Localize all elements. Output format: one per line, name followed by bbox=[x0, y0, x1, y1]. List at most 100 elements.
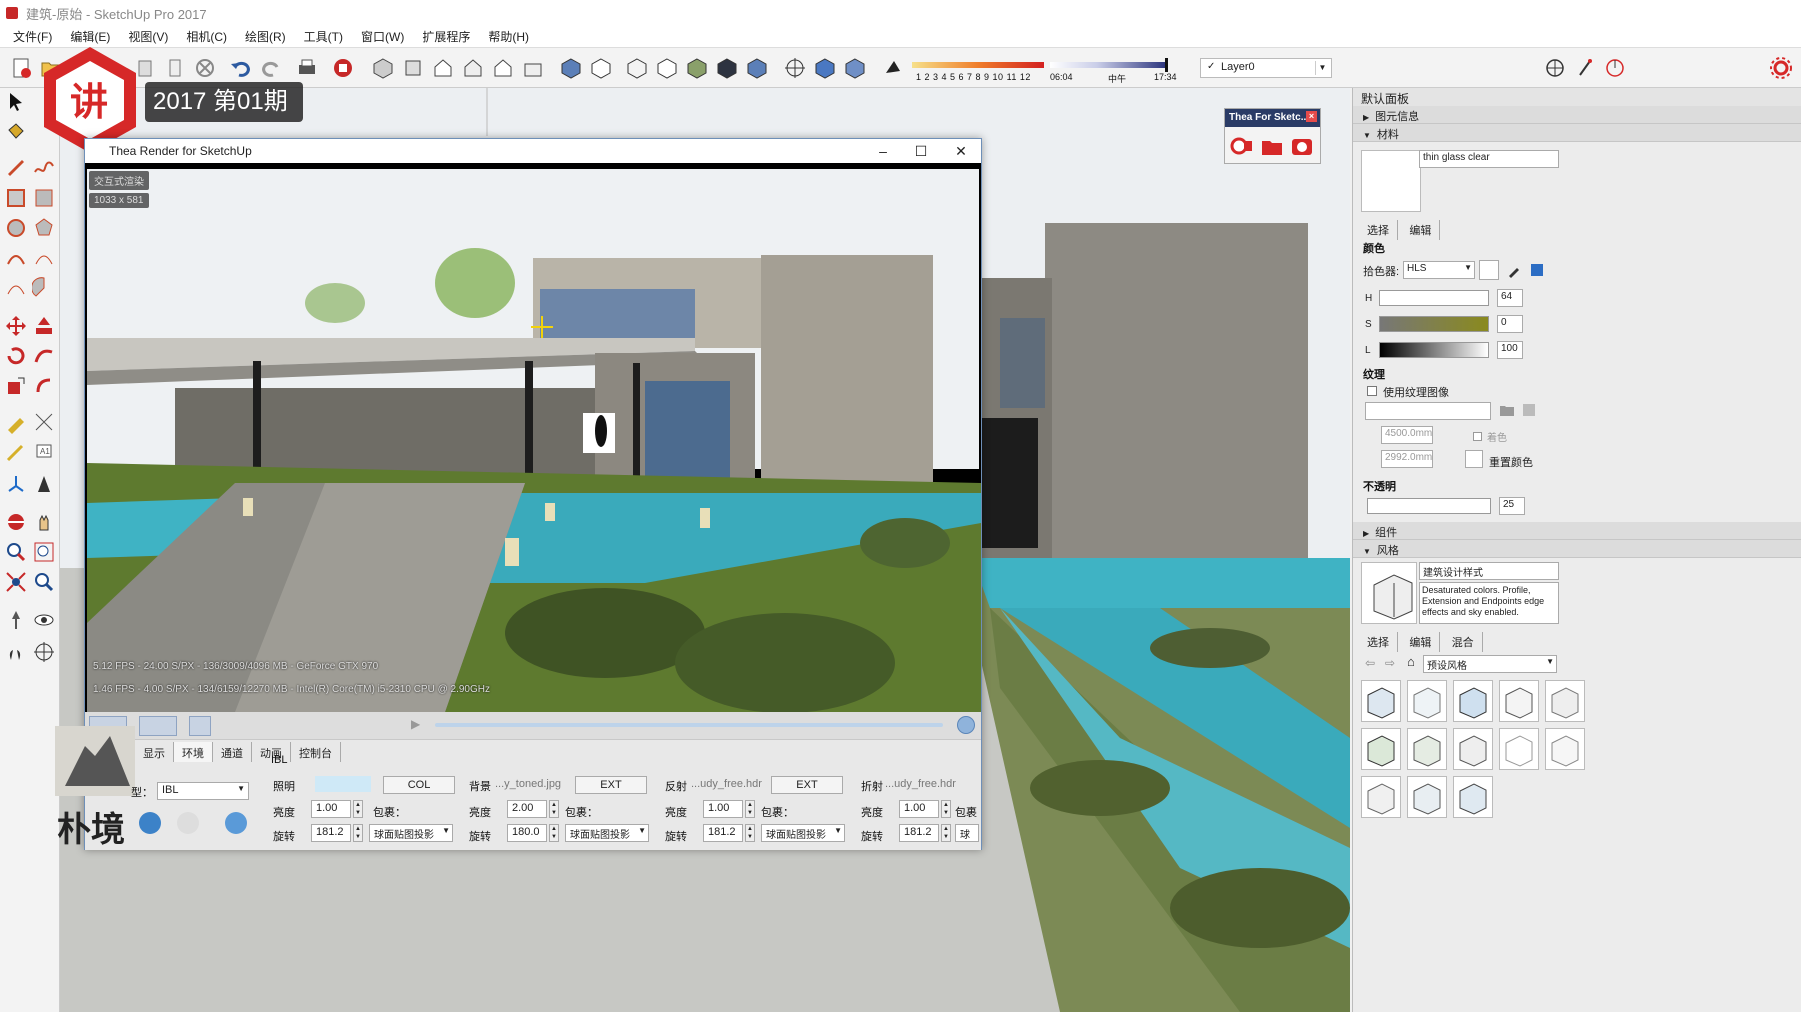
color-picker-select[interactable]: HLS ▼ bbox=[1403, 261, 1475, 279]
pie-icon[interactable] bbox=[31, 276, 56, 300]
move-icon[interactable] bbox=[4, 314, 28, 338]
circle-icon[interactable] bbox=[4, 216, 28, 240]
lighting-projection-select[interactable]: 球面贴图投影 ▼ bbox=[369, 824, 453, 842]
camera-control-icon[interactable] bbox=[139, 716, 177, 736]
refraction-rotation-input[interactable]: 181.2 bbox=[899, 824, 939, 842]
forward-arrow-icon[interactable]: ⇨ bbox=[1385, 656, 1395, 670]
material-name-input[interactable]: thin glass clear bbox=[1419, 150, 1559, 168]
extension-warehouse-icon[interactable] bbox=[330, 55, 356, 81]
menu-extensions[interactable]: 扩展程序 bbox=[413, 28, 479, 45]
line-pencil-icon[interactable] bbox=[4, 154, 28, 178]
three-point-arc-icon[interactable] bbox=[4, 276, 28, 300]
opacity-value-input[interactable]: 25 bbox=[1499, 497, 1525, 515]
style-thumb-13[interactable] bbox=[1453, 776, 1493, 818]
thea-folder-icon[interactable] bbox=[1259, 133, 1285, 159]
components-header[interactable]: ▶ 组件 bbox=[1353, 522, 1801, 540]
refraction-rotation-stepper[interactable]: ▲ ▼ bbox=[941, 824, 951, 842]
menu-window[interactable]: 窗口(W) bbox=[352, 28, 413, 45]
section-plane-tool-icon[interactable] bbox=[32, 640, 56, 664]
render-preview[interactable]: 交互式渲染 1033 x 581 5.12 FPS - 24.00 S/PX -… bbox=[85, 163, 981, 712]
tab-channels[interactable]: 通道 bbox=[213, 742, 252, 762]
entity-info-header[interactable]: ▶ 图元信息 bbox=[1353, 106, 1801, 124]
zoom-window-icon[interactable] bbox=[32, 540, 56, 564]
sun-icon[interactable] bbox=[177, 812, 199, 834]
rectangle-icon[interactable] bbox=[4, 186, 28, 210]
shaded-texture-icon[interactable] bbox=[714, 55, 740, 81]
use-texture-checkbox[interactable] bbox=[1367, 386, 1377, 396]
polygon-icon[interactable] bbox=[32, 216, 56, 240]
menu-file[interactable]: 文件(F) bbox=[4, 28, 61, 45]
freehand-icon[interactable] bbox=[32, 154, 56, 178]
top-view-icon[interactable] bbox=[400, 55, 426, 81]
ibl-type-select[interactable]: IBL ▼ bbox=[157, 782, 249, 800]
refraction-brightness-input[interactable]: 1.00 bbox=[899, 800, 939, 818]
menu-help[interactable]: 帮助(H) bbox=[479, 28, 538, 45]
lighting-rotation-stepper[interactable]: ▲ ▼ bbox=[353, 824, 363, 842]
back-edges-icon[interactable] bbox=[588, 55, 614, 81]
reflection-rotation-stepper[interactable]: ▲ ▼ bbox=[745, 824, 755, 842]
sky-icon[interactable] bbox=[225, 812, 247, 834]
reflection-brightness-input[interactable]: 1.00 bbox=[703, 800, 743, 818]
style-thumb-8[interactable] bbox=[1453, 728, 1493, 770]
reset-color-swatch[interactable] bbox=[1465, 450, 1483, 468]
push-pull-icon[interactable] bbox=[32, 314, 56, 338]
lighting-col-button[interactable]: COL bbox=[383, 776, 455, 794]
hidden-line-icon[interactable] bbox=[654, 55, 680, 81]
zoom-extents-icon[interactable] bbox=[4, 570, 28, 594]
dimensions-icon[interactable] bbox=[32, 410, 56, 434]
tab-material-edit[interactable]: 编辑 bbox=[1401, 220, 1441, 240]
zoom-icon[interactable] bbox=[4, 540, 28, 564]
region-icon[interactable] bbox=[189, 716, 211, 736]
style-thumb-2[interactable] bbox=[1407, 680, 1447, 722]
chevron-down-icon[interactable]: ▼ bbox=[1315, 61, 1329, 75]
style-name-input[interactable]: 建筑设计样式 bbox=[1419, 562, 1559, 580]
lighting-brightness-input[interactable]: 1.00 bbox=[311, 800, 351, 818]
l-value-input[interactable]: 100 bbox=[1497, 341, 1523, 359]
left-view-icon[interactable] bbox=[520, 55, 546, 81]
colorize-checkbox[interactable] bbox=[1473, 432, 1482, 441]
tab-style-edit[interactable]: 编辑 bbox=[1401, 632, 1441, 652]
style-thumb-11[interactable] bbox=[1361, 776, 1401, 818]
two-point-arc-icon[interactable] bbox=[32, 246, 56, 270]
texture-path-input[interactable] bbox=[1365, 402, 1491, 420]
tab-console[interactable]: 控制台 bbox=[291, 742, 341, 762]
close-window-icon[interactable]: ✕ bbox=[945, 142, 977, 160]
section-fill-icon[interactable] bbox=[842, 55, 868, 81]
tab-style-mix[interactable]: 混合 bbox=[1444, 632, 1483, 652]
reflection-brightness-stepper[interactable]: ▲ ▼ bbox=[745, 800, 755, 818]
reflection-projection-select[interactable]: 球面贴图投影 ▼ bbox=[761, 824, 845, 842]
reflection-rotation-input[interactable]: 181.2 bbox=[703, 824, 743, 842]
wireframe-icon[interactable] bbox=[624, 55, 650, 81]
shaded-icon[interactable] bbox=[684, 55, 710, 81]
h-value-input[interactable]: 64 bbox=[1497, 289, 1523, 307]
browse-folder-icon[interactable] bbox=[1499, 402, 1515, 418]
shadows-icon[interactable] bbox=[880, 55, 906, 81]
menu-view[interactable]: 视图(V) bbox=[119, 28, 177, 45]
settings-gear-icon[interactable] bbox=[1768, 55, 1794, 81]
play-icon[interactable]: ▶ bbox=[411, 717, 420, 731]
style-thumb-3[interactable] bbox=[1453, 680, 1493, 722]
xray-icon[interactable] bbox=[558, 55, 584, 81]
style-thumb-1[interactable] bbox=[1361, 680, 1401, 722]
scale-icon[interactable] bbox=[4, 374, 28, 398]
lighting-brightness-stepper[interactable]: ▲ ▼ bbox=[353, 800, 363, 818]
s-slider[interactable] bbox=[1379, 316, 1489, 332]
style-thumb-7[interactable] bbox=[1407, 728, 1447, 770]
menu-camera[interactable]: 相机(C) bbox=[177, 28, 236, 45]
thea-camera-icon[interactable] bbox=[1289, 133, 1315, 159]
iso-view-icon[interactable] bbox=[370, 55, 396, 81]
refraction-projection-select[interactable]: 球面 bbox=[955, 824, 979, 842]
opacity-slider[interactable] bbox=[1367, 498, 1491, 514]
pan-hand-icon[interactable] bbox=[32, 510, 56, 534]
texture-height-input[interactable]: 2992.0mm bbox=[1381, 450, 1433, 468]
axes-icon[interactable] bbox=[1542, 55, 1568, 81]
print-icon[interactable] bbox=[294, 55, 320, 81]
lighting-color-swatch[interactable] bbox=[315, 776, 371, 792]
style-thumb-10[interactable] bbox=[1545, 728, 1585, 770]
reflection-ext-button[interactable]: EXT bbox=[771, 776, 843, 794]
background-brightness-input[interactable]: 2.00 bbox=[507, 800, 547, 818]
menu-draw[interactable]: 绘图(R) bbox=[236, 28, 295, 45]
position-camera-icon[interactable] bbox=[4, 608, 28, 632]
monochrome-icon[interactable] bbox=[744, 55, 770, 81]
axes-tool-icon[interactable] bbox=[4, 472, 28, 496]
